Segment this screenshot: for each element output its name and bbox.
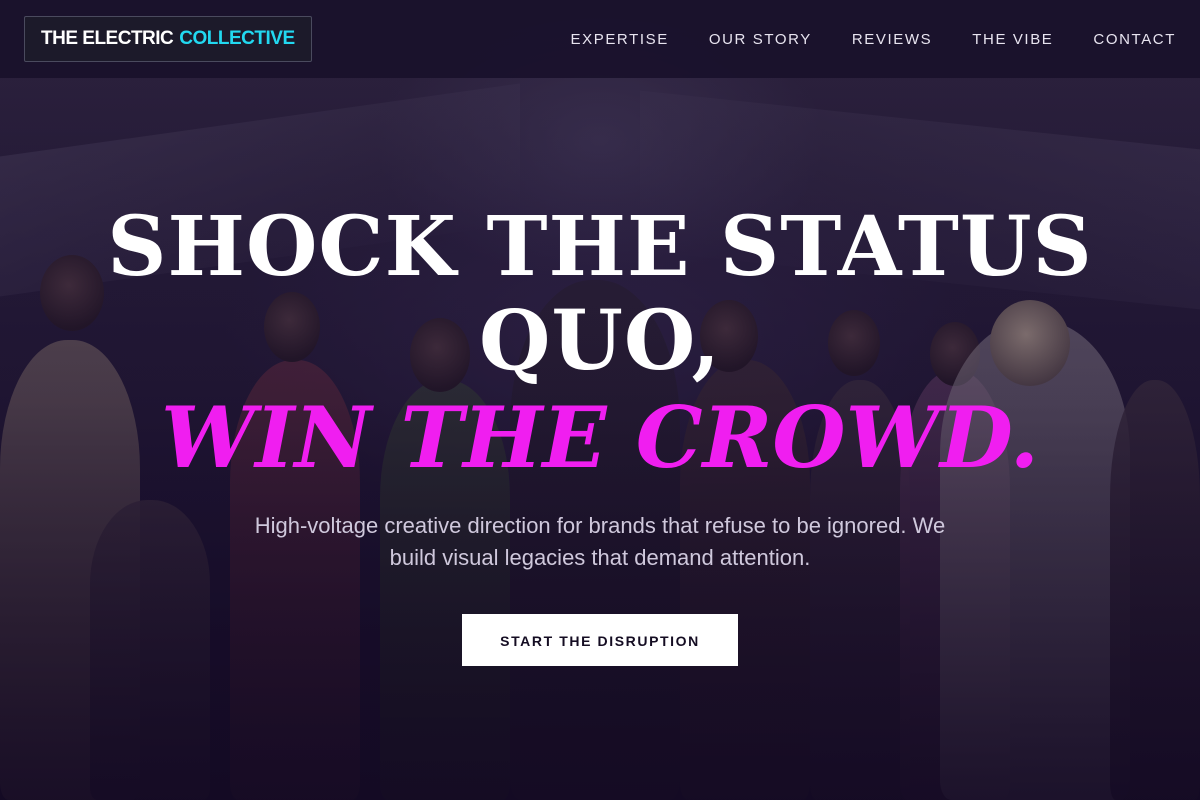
- hero-headline-accent: WIN THE CROWD.: [160, 388, 1040, 487]
- page: THE ELECTRIC COLLECTIVE EXPERTISE OUR ST…: [0, 0, 1200, 800]
- hero-section: SHOCK THE STATUS QUO, WIN THE CROWD. Hig…: [0, 200, 1200, 666]
- logo-text-accent: COLLECTIVE: [179, 28, 295, 49]
- nav-item-reviews[interactable]: REVIEWS: [852, 31, 932, 48]
- hero-subheadline: High-voltage creative direction for bran…: [254, 513, 946, 570]
- logo-text-primary: THE ELECTRIC: [41, 28, 174, 49]
- nav-item-contact[interactable]: CONTACT: [1093, 31, 1176, 48]
- hero-headline: SHOCK THE STATUS QUO,: [107, 199, 1093, 389]
- start-disruption-button[interactable]: START THE DISRUPTION: [462, 614, 738, 666]
- site-header: THE ELECTRIC COLLECTIVE EXPERTISE OUR ST…: [0, 0, 1200, 78]
- nav-item-our-story[interactable]: OUR STORY: [709, 31, 812, 48]
- nav-item-expertise[interactable]: EXPERTISE: [571, 31, 669, 48]
- logo[interactable]: THE ELECTRIC COLLECTIVE: [24, 16, 312, 62]
- nav-item-the-vibe[interactable]: THE VIBE: [972, 31, 1053, 48]
- main-nav: EXPERTISE OUR STORY REVIEWS THE VIBE CON…: [571, 0, 1177, 78]
